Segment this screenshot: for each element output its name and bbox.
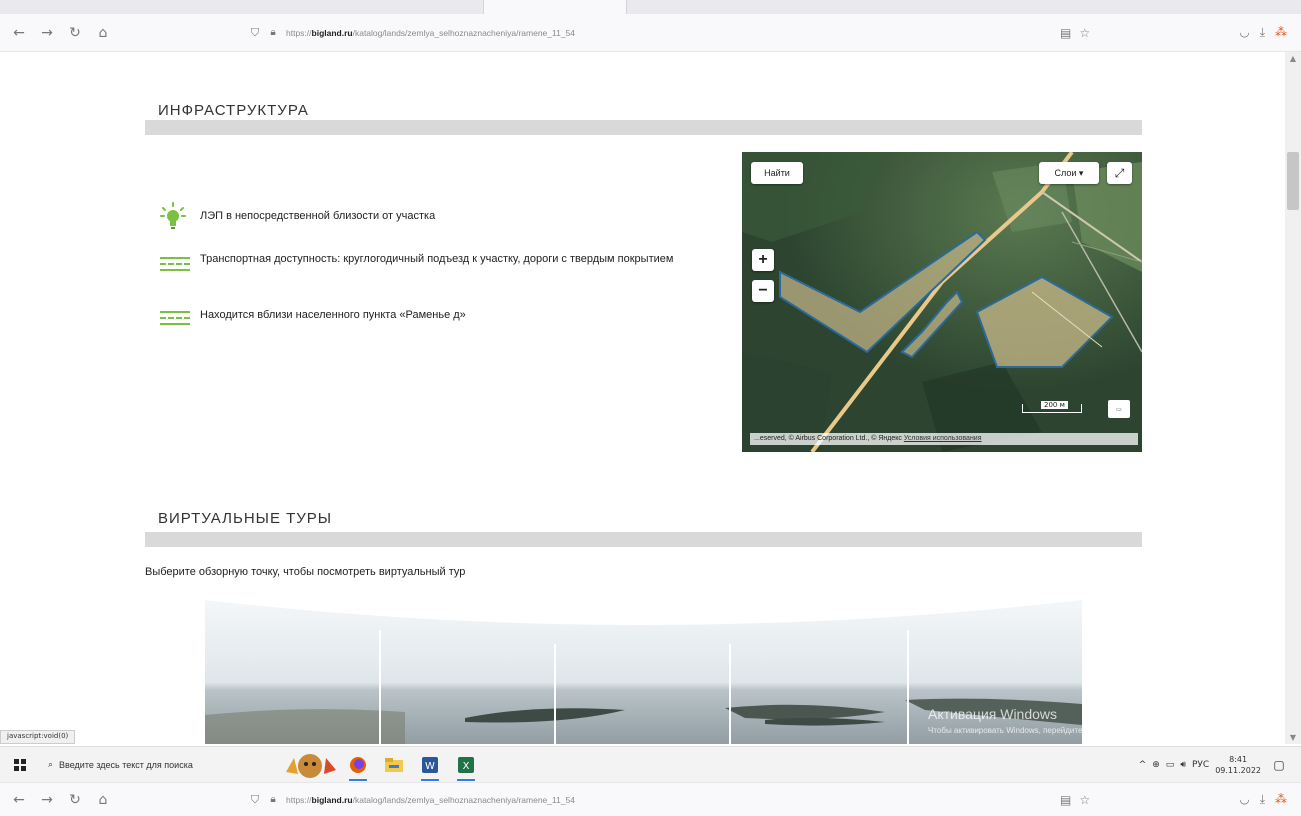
home-button[interactable]: ⌂ [90, 787, 116, 813]
lightbulb-icon [160, 202, 200, 230]
watermark-subtitle: Чтобы активировать Windows, перейдите в … [928, 726, 1117, 735]
browser-toolbar-duplicate: ← → ↻ ⌂ ⛉ 🔒︎ https://bigland.ru/katalog/… [0, 782, 1301, 816]
infrastructure-item-text: ЛЭП в непосредственной близости от участ… [200, 210, 436, 222]
taskbar-clock[interactable]: 8:41 09.11.2022 [1215, 754, 1261, 776]
reader-view-icon[interactable]: ▤ [1060, 26, 1071, 40]
map-scale: 200 м [1022, 401, 1082, 413]
zoom-in-button[interactable]: + [752, 249, 774, 271]
section-divider [145, 120, 1142, 135]
watermark-title: Активация Windows [928, 706, 1058, 722]
search-placeholder: Введите здесь текст для поиска [59, 759, 193, 770]
search-highlight-icon[interactable] [280, 750, 340, 780]
forward-button[interactable]: → [34, 20, 60, 46]
url-text[interactable]: https://bigland.ru/katalog/lands/zemlya_… [286, 795, 575, 805]
page-scrollbar[interactable]: ▲ ▼ [1285, 52, 1301, 744]
lock-icon[interactable]: 🔒︎ [264, 794, 282, 805]
list-item: ЛЭП в непосредственной близости от участ… [160, 202, 720, 230]
shield-icon[interactable]: ⛉ [246, 793, 264, 807]
terms-link[interactable]: Условия использования [904, 435, 982, 442]
pocket-icon[interactable]: ◡ [1239, 25, 1249, 40]
section-divider [145, 532, 1142, 547]
fullscreen-icon[interactable]: ⤢ [1107, 162, 1132, 184]
list-item: Находится вблизи населенного пункта «Рам… [160, 304, 720, 332]
lock-icon[interactable]: 🔒︎ [264, 27, 282, 38]
road-icon [160, 250, 200, 278]
extensions-icon[interactable]: ⁂ [1275, 792, 1287, 807]
map-search-button[interactable]: Найти [751, 162, 803, 184]
svg-text:W: W [425, 761, 435, 772]
firefox-taskbar-icon[interactable] [340, 747, 376, 783]
windows-icon [14, 758, 26, 771]
address-bar[interactable]: ⛉ 🔒︎ https://bigland.ru/katalog/lands/ze… [246, 19, 1096, 47]
shield-icon[interactable]: ⛉ [246, 26, 264, 40]
clock-time: 8:41 [1229, 755, 1248, 764]
windows-activation-watermark: Активация Windows Чтобы активировать Win… [928, 706, 1117, 735]
list-item: Транспортная доступность: круглогодичный… [160, 250, 720, 278]
satellite-map[interactable]: Найти Слои ▾ ⤢ + − 200 м ▭ ...eserved, ©… [742, 152, 1142, 452]
windows-taskbar: ⌕ Введите здесь текст для поиска W X ^ ⊕… [0, 746, 1301, 782]
chevron-up-icon[interactable]: ^ [1139, 760, 1147, 770]
network-icon[interactable]: ⊕ [1152, 760, 1160, 770]
tours-title: ВИРТУАЛЬНЫЕ ТУРЫ [158, 510, 333, 527]
back-button[interactable]: ← [6, 787, 32, 813]
active-tab[interactable] [483, 0, 627, 14]
ruler-icon[interactable]: ▭ [1108, 400, 1130, 418]
svg-text:X: X [463, 761, 470, 772]
scroll-down-icon[interactable]: ▼ [1285, 733, 1301, 742]
map-copyright: ...eserved, © Airbus Corporation Ltd., ©… [750, 433, 1138, 445]
system-tray: ^ ⊕ ▭ 🔊︎ РУС 8:41 09.11.2022 ▢ [1139, 747, 1301, 783]
map-layers-button[interactable]: Слои ▾ [1039, 162, 1099, 184]
browser-toolbar: ← → ↻ ⌂ ⛉ 🔒︎ https://bigland.ru/katalog/… [0, 14, 1301, 52]
language-indicator[interactable]: РУС [1192, 760, 1209, 770]
infrastructure-list: ЛЭП в непосредственной близости от участ… [160, 202, 720, 354]
reload-button[interactable]: ↻ [62, 20, 88, 46]
infrastructure-title: ИНФРАСТРУКТУРА [158, 102, 309, 119]
clock-date: 09.11.2022 [1215, 766, 1261, 775]
zoom-out-button[interactable]: − [752, 280, 774, 302]
extensions-icon[interactable]: ⁂ [1275, 25, 1287, 40]
status-link: javascript:void(0) [0, 730, 76, 744]
home-button[interactable]: ⌂ [90, 20, 116, 46]
url-text[interactable]: https://bigland.ru/katalog/lands/zemlya_… [286, 28, 575, 38]
infrastructure-item-text: Транспортная доступность: круглогодичный… [200, 253, 674, 265]
reload-button[interactable]: ↻ [62, 787, 88, 813]
notification-icon[interactable]: ▢ [1267, 758, 1291, 772]
tab-strip [0, 0, 1301, 14]
bookmark-star-icon[interactable]: ☆ [1079, 26, 1090, 40]
bookmark-star-icon[interactable]: ☆ [1079, 793, 1090, 807]
tour-hint: Выберите обзорную точку, чтобы посмотрет… [145, 566, 466, 578]
excel-taskbar-icon[interactable]: X [448, 747, 484, 783]
search-icon: ⌕ [48, 759, 54, 769]
scroll-up-icon[interactable]: ▲ [1285, 54, 1301, 63]
download-icon[interactable]: ⤓ [1260, 25, 1265, 40]
infrastructure-item-text: Находится вблизи населенного пункта «Рам… [200, 309, 466, 321]
word-taskbar-icon[interactable]: W [412, 747, 448, 783]
back-button[interactable]: ← [6, 20, 32, 46]
map-imagery [742, 152, 1142, 452]
scrollbar-thumb[interactable] [1287, 152, 1299, 210]
taskbar-search[interactable]: ⌕ Введите здесь текст для поиска [40, 747, 280, 783]
download-icon[interactable]: ⤓ [1260, 792, 1265, 807]
road-icon [160, 304, 200, 332]
page-content: ИНФРАСТРУКТУРА ЛЭП в непосредственной бл… [0, 52, 1301, 744]
volume-icon[interactable]: 🔊︎ [1180, 760, 1186, 770]
address-bar[interactable]: ⛉ 🔒︎ https://bigland.ru/katalog/lands/ze… [246, 786, 1096, 814]
copyright-text: ...eserved, © Airbus Corporation Ltd., ©… [754, 435, 902, 442]
file-explorer-taskbar-icon[interactable] [376, 747, 412, 783]
scale-label: 200 м [1041, 401, 1068, 409]
forward-button[interactable]: → [34, 787, 60, 813]
start-button[interactable] [0, 747, 40, 783]
pocket-icon[interactable]: ◡ [1239, 792, 1249, 807]
battery-icon[interactable]: ▭ [1166, 760, 1175, 770]
reader-view-icon[interactable]: ▤ [1060, 793, 1071, 807]
